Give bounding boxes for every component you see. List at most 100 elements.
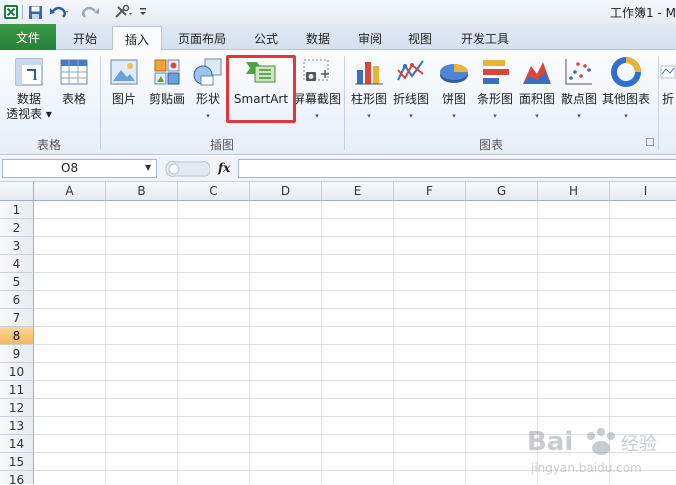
tab-formulas[interactable]: 公式	[244, 26, 288, 50]
clip-art-label: 剪贴画	[148, 92, 185, 106]
customize-icon[interactable]	[112, 3, 134, 21]
group-label-illustrations: 插图	[209, 138, 234, 152]
column-header-h[interactable]: H	[538, 182, 610, 201]
excel-logo-icon[interactable]	[2, 3, 20, 21]
sparkline-icon	[660, 65, 676, 79]
smartart-highlight-box	[226, 55, 296, 123]
name-box[interactable]: O8	[2, 159, 157, 178]
row-header-7[interactable]: 7	[0, 309, 34, 327]
tab-data[interactable]: 数据	[296, 26, 340, 50]
line-chart-button[interactable]: 折线图 ▾	[390, 54, 432, 122]
tab-developer[interactable]: 开发工具	[452, 26, 518, 50]
tab-review[interactable]: 审阅	[348, 26, 392, 50]
column-header-e[interactable]: E	[322, 182, 394, 201]
scatter-chart-button[interactable]: 散点图 ▾	[558, 54, 600, 122]
picture-label: 图片	[111, 92, 136, 106]
formula-input[interactable]	[238, 159, 676, 178]
row-header-2[interactable]: 2	[0, 219, 34, 237]
column-header-d[interactable]: D	[250, 182, 322, 201]
document-title: 工作簿1 - M	[610, 6, 676, 20]
tab-page-layout[interactable]: 页面布局	[170, 26, 234, 50]
bar-chart-label: 条形图	[476, 92, 513, 106]
group-label-charts: 图表	[478, 138, 503, 152]
area-chart-button[interactable]: 面积图 ▾	[516, 54, 558, 122]
qat-dropdown-icon[interactable]	[138, 3, 148, 21]
row-header-3[interactable]: 3	[0, 237, 34, 255]
redo-icon[interactable]	[80, 3, 102, 21]
shapes-icon	[193, 58, 222, 86]
pie-chart-label: 饼图	[441, 92, 466, 106]
row-header-12[interactable]: 12	[0, 399, 34, 417]
shapes-label: 形状	[195, 92, 220, 106]
picture-icon	[110, 59, 138, 85]
column-header-g[interactable]: G	[466, 182, 538, 201]
name-box-dropdown-icon[interactable]: ▼	[145, 163, 151, 172]
title-bar: 工作簿1 - M	[0, 0, 676, 24]
formula-splitter-icon[interactable]	[162, 160, 210, 178]
undo-icon[interactable]	[48, 3, 70, 21]
clip-art-icon	[154, 59, 180, 85]
picture-button[interactable]: 图片	[104, 54, 144, 107]
ribbon-tabs: 文件 开始 插入 页面布局 公式 数据 审阅 视图 开发工具	[0, 24, 676, 51]
charts-dialog-launcher-icon[interactable]	[646, 138, 654, 146]
sparkline-label: 折	[661, 92, 674, 106]
table-icon	[60, 59, 88, 85]
tab-view[interactable]: 视图	[398, 26, 442, 50]
sparkline-button[interactable]: 折	[660, 54, 676, 107]
svg-text:Bai: Bai	[527, 427, 573, 457]
row-header-14[interactable]: 14	[0, 435, 34, 453]
svg-text:jingyan.baidu.com: jingyan.baidu.com	[530, 461, 642, 475]
svg-text:经验: 经验	[621, 434, 657, 455]
table-label: 表格	[61, 92, 86, 106]
row-header-11[interactable]: 11	[0, 381, 34, 399]
formula-bar: O8 ▼ fx	[0, 156, 676, 182]
tab-insert[interactable]: 插入	[112, 26, 162, 51]
pie-chart-icon	[440, 64, 468, 83]
baidu-watermark: Bai 经验 jingyan.baidu.com	[525, 412, 675, 482]
scatter-chart-label: 散点图	[560, 92, 597, 106]
pivot-table-icon	[15, 58, 43, 86]
row-header-9[interactable]: 9	[0, 345, 34, 363]
table-button[interactable]: 表格	[56, 54, 92, 107]
line-chart-label: 折线图	[392, 92, 429, 106]
column-header-b[interactable]: B	[106, 182, 178, 201]
column-header-c[interactable]: C	[178, 182, 250, 201]
row-header-4[interactable]: 4	[0, 255, 34, 273]
row-header-8[interactable]: 8	[0, 327, 34, 345]
other-charts-icon	[611, 57, 641, 87]
line-chart-icon	[397, 60, 424, 81]
other-charts-label: 其他图表	[601, 92, 650, 106]
column-chart-label: 柱形图	[350, 92, 387, 106]
column-chart-icon	[355, 62, 383, 85]
row-header-15[interactable]: 15	[0, 453, 34, 471]
column-header-i[interactable]: I	[610, 182, 676, 201]
save-icon[interactable]	[26, 3, 44, 21]
pivot-table-label-2: 透视表	[6, 107, 43, 121]
screenshot-label: 屏幕截图	[293, 92, 342, 106]
row-header-13[interactable]: 13	[0, 417, 34, 435]
column-header-a[interactable]: A	[34, 182, 106, 201]
ribbon: 数据 透视表 ▾ 表格 表格 图片 剪贴画 形状 ▾ SmartArt 屏幕截图 ▾ …	[0, 50, 676, 155]
pivot-table-label: 数据	[16, 92, 41, 106]
row-header-1[interactable]: 1	[0, 201, 34, 219]
area-chart-label: 面积图	[518, 92, 555, 106]
insert-function-icon[interactable]: fx	[218, 161, 230, 175]
other-charts-button[interactable]: 其他图表 ▾	[600, 54, 652, 122]
tab-file[interactable]: 文件	[0, 24, 56, 50]
row-header-16[interactable]: 16	[0, 471, 34, 484]
column-header-f[interactable]: F	[394, 182, 466, 201]
pivot-table-button[interactable]: 数据 透视表 ▾	[4, 54, 54, 122]
screenshot-icon	[303, 59, 329, 81]
screenshot-button[interactable]: 屏幕截图 ▾	[293, 54, 342, 122]
tab-home[interactable]: 开始	[62, 26, 108, 50]
column-chart-button[interactable]: 柱形图 ▾	[348, 54, 390, 122]
pie-chart-button[interactable]: 饼图 ▾	[434, 54, 474, 122]
shapes-button[interactable]: 形状 ▾	[190, 54, 226, 122]
row-header-5[interactable]: 5	[0, 273, 34, 291]
clip-art-button[interactable]: 剪贴画	[146, 54, 188, 107]
select-all-corner[interactable]	[0, 182, 34, 201]
row-header-10[interactable]: 10	[0, 363, 34, 381]
group-label-tables: 表格	[36, 138, 61, 152]
bar-chart-button[interactable]: 条形图 ▾	[474, 54, 516, 122]
row-header-6[interactable]: 6	[0, 291, 34, 309]
